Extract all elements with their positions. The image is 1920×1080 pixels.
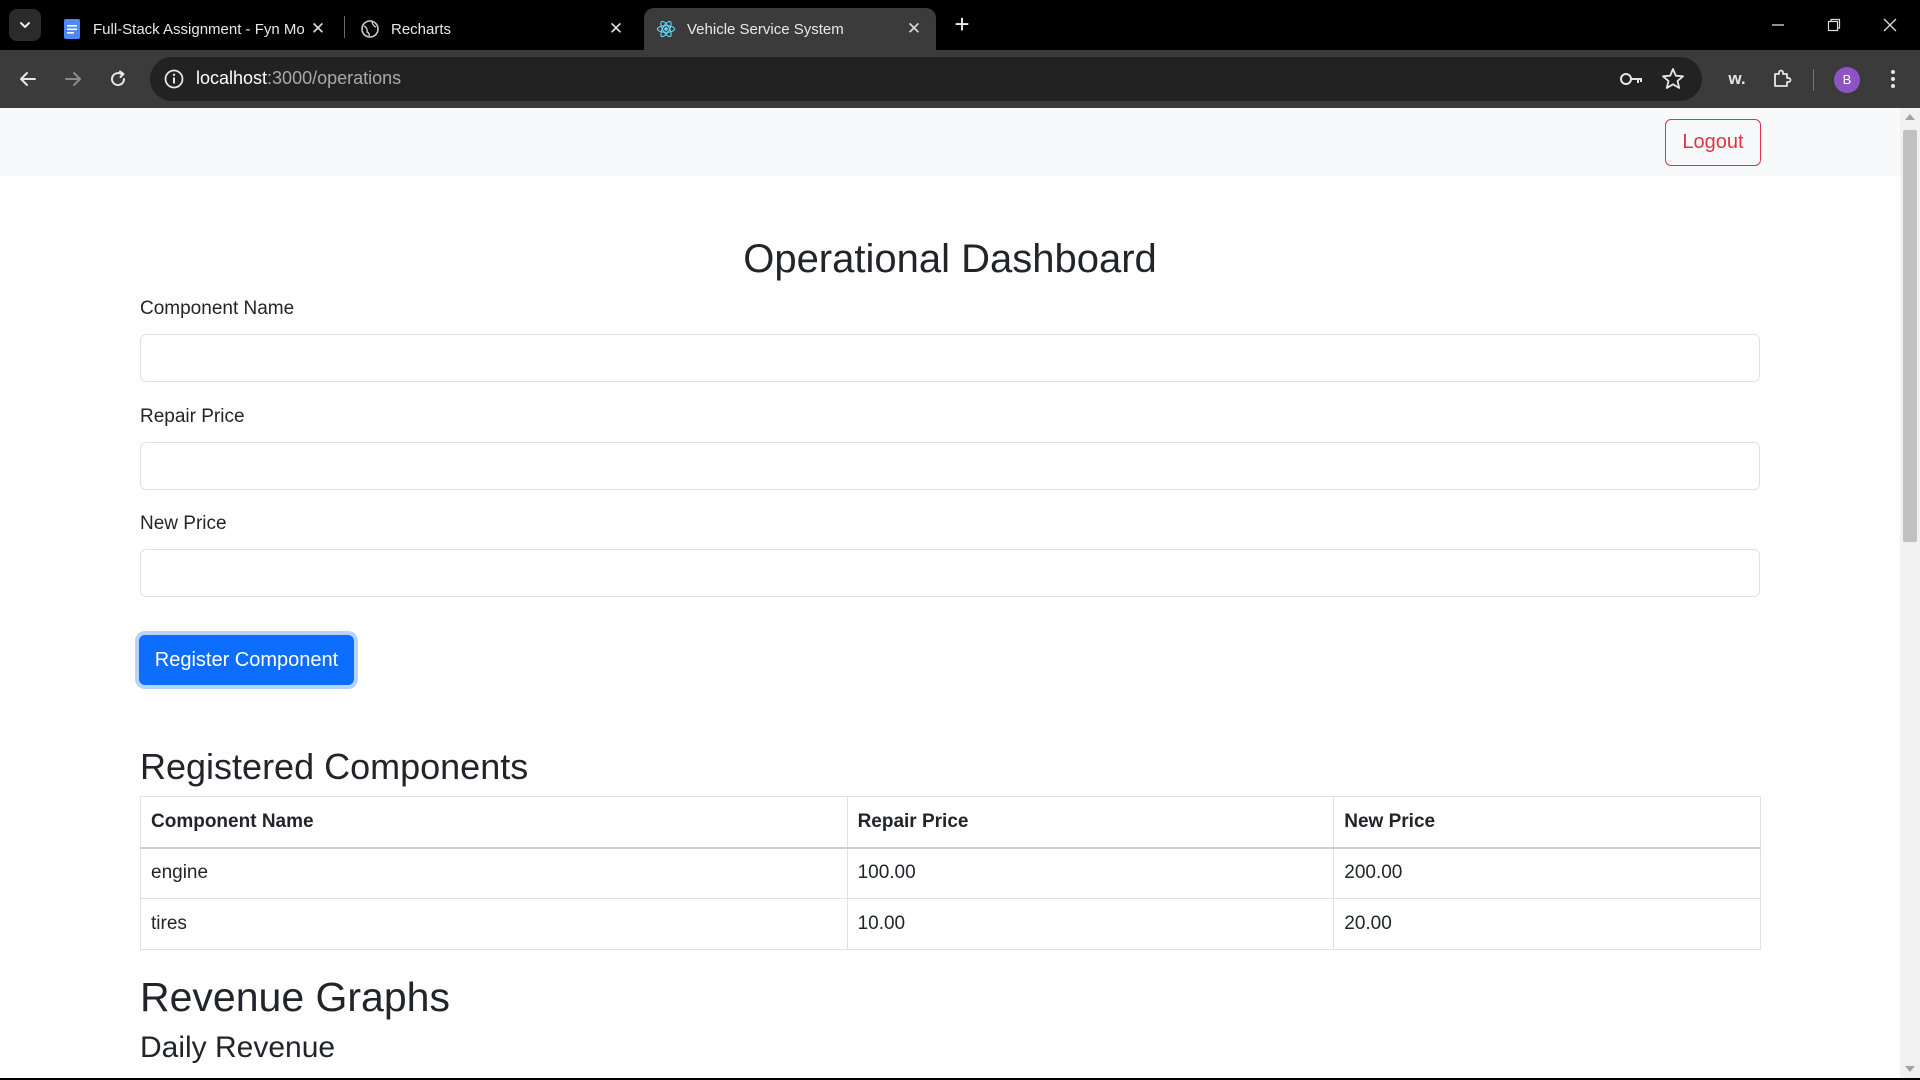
daily-revenue-heading: Daily Revenue <box>140 1031 336 1064</box>
puzzle-icon <box>1774 69 1792 87</box>
column-header-repair-price: Repair Price <box>846 796 1335 849</box>
cell-component-name: tires <box>140 898 848 950</box>
reload-button[interactable] <box>101 62 135 96</box>
new-price-input[interactable] <box>140 549 1760 597</box>
minimize-icon <box>1772 24 1784 26</box>
tab-title: Vehicle Service System <box>687 20 844 38</box>
scroll-down-arrow-icon[interactable] <box>1905 1066 1915 1072</box>
avatar[interactable]: B <box>1834 67 1860 93</box>
page-viewport: Logout Operational Dashboard Component N… <box>0 108 1900 1078</box>
components-table: Component Name Repair Price New Price en… <box>140 796 1761 950</box>
page-title: Operational Dashboard <box>743 237 1157 281</box>
arrow-left-icon <box>20 72 36 86</box>
close-icon <box>1883 18 1897 32</box>
minimize-button[interactable] <box>1750 0 1806 50</box>
extensions-button[interactable] <box>1766 63 1798 95</box>
repair-price-input[interactable] <box>140 442 1760 490</box>
site-info-icon[interactable] <box>162 67 186 91</box>
url-host: localhost <box>196 68 268 88</box>
url-path: :3000/operations <box>267 68 402 88</box>
scrollbar-thumb[interactable] <box>1903 130 1917 542</box>
component-name-input[interactable] <box>140 334 1760 382</box>
close-icon[interactable]: ✕ <box>308 19 328 39</box>
arrow-right-icon <box>65 72 81 86</box>
more-vertical-icon <box>1891 70 1895 88</box>
page-scrollbar[interactable] <box>1900 108 1920 1078</box>
registered-components-heading: Registered Components <box>140 746 529 787</box>
tab-title: Full-Stack Assignment - Fyn Mo <box>93 20 305 38</box>
register-component-button[interactable]: Register Component <box>139 635 354 685</box>
key-icon[interactable] <box>1619 67 1645 91</box>
column-header-new-price: New Price <box>1333 796 1761 849</box>
browser-toolbar: localhost:3000/operations w. B <box>0 50 1920 108</box>
column-header-component-name: Component Name <box>140 796 848 849</box>
cell-component-name: engine <box>140 847 848 899</box>
tab-search-button[interactable] <box>9 9 41 41</box>
cell-repair-price: 100.00 <box>846 847 1335 899</box>
close-icon[interactable]: ✕ <box>904 19 924 39</box>
back-button[interactable] <box>11 62 45 96</box>
url-text: localhost:3000/operations <box>196 68 401 89</box>
cell-new-price: 200.00 <box>1333 847 1761 899</box>
table-header-row: Component Name Repair Price New Price <box>140 796 1761 849</box>
react-icon <box>656 19 676 39</box>
scroll-up-arrow-icon[interactable] <box>1905 114 1915 120</box>
close-icon[interactable]: ✕ <box>606 19 626 39</box>
browser-tabstrip: Full-Stack Assignment - Fyn Mo ✕ Rechart… <box>0 0 1920 50</box>
component-name-label: Component Name <box>140 298 295 319</box>
close-window-button[interactable] <box>1862 0 1918 50</box>
menu-button[interactable] <box>1878 63 1908 95</box>
cell-repair-price: 10.00 <box>846 898 1335 950</box>
star-icon[interactable] <box>1660 66 1686 92</box>
logout-button[interactable]: Logout <box>1665 119 1761 166</box>
tab-separator <box>344 16 345 38</box>
tab-vehicle-service-system[interactable]: Vehicle Service System ✕ <box>644 8 936 50</box>
restore-button[interactable] <box>1806 0 1862 50</box>
extension-w-label: w. <box>1728 69 1746 88</box>
docs-icon <box>62 19 82 39</box>
extension-w-button[interactable]: w. <box>1722 63 1752 95</box>
tab-fullstack-assignment[interactable]: Full-Stack Assignment - Fyn Mo ✕ <box>50 8 340 50</box>
cell-new-price: 20.00 <box>1333 898 1761 950</box>
address-bar[interactable]: localhost:3000/operations <box>150 57 1702 101</box>
globe-icon <box>360 19 380 39</box>
tab-title: Recharts <box>391 20 452 38</box>
top-navbar: Logout <box>0 108 1900 176</box>
forward-button[interactable] <box>56 62 90 96</box>
tab-recharts[interactable]: Recharts ✕ <box>348 8 638 50</box>
new-price-label: New Price <box>140 513 227 534</box>
new-tab-button[interactable]: + <box>948 11 976 39</box>
revenue-graphs-heading: Revenue Graphs <box>140 974 450 1020</box>
repair-price-label: Repair Price <box>140 406 245 427</box>
toolbar-separator <box>1813 69 1814 91</box>
chevron-down-icon <box>20 22 30 28</box>
reload-icon <box>111 70 126 87</box>
restore-icon <box>1827 18 1841 32</box>
table-row: tires 10.00 20.00 <box>140 898 1761 950</box>
table-row: engine 100.00 200.00 <box>140 847 1761 899</box>
